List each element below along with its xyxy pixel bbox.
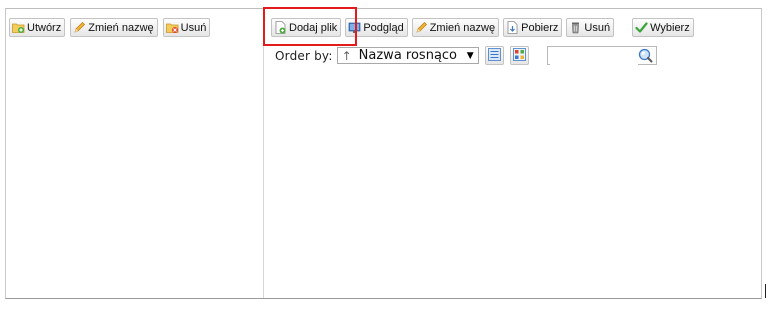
delete-folder-label: Usuń [180,21,207,34]
folder-tree-pane: Utwórz Zmień nazwę Usuń [6,9,264,298]
order-bar: Order by: ↑ Nazwa rosnąco ▼ [275,46,657,65]
delete-file-label: Usuń [584,21,611,34]
resize-edge-marker [765,284,766,298]
thumbnail-view-icon [512,47,526,64]
checkmark-icon [635,21,648,34]
order-by-label: Order by: [275,48,333,63]
folder-toolbar: Utwórz Zmień nazwę Usuń [9,18,211,37]
list-view-button[interactable] [484,46,504,65]
search-icon[interactable] [638,48,653,63]
search-box [546,46,657,65]
folder-delete-icon [165,21,179,34]
file-toolbar: Dodaj plik Podgląd Zmień nazwę Pobierz U… [271,18,694,37]
file-manager-window: Utwórz Zmień nazwę Usuń Dodaj plik Podgl… [5,8,762,299]
delete-file-button[interactable]: Usuń [566,18,615,37]
folder-add-icon [12,21,25,34]
add-file-label: Dodaj plik [289,21,338,34]
rename-file-label: Zmień nazwę [429,21,496,34]
add-file-button[interactable]: Dodaj plik [271,18,342,37]
thumbnail-view-button[interactable] [509,46,529,65]
delete-folder-button[interactable]: Usuń [162,18,211,37]
chevron-down-icon: ▼ [466,50,474,61]
sort-direction-icon: ↑ [341,48,352,63]
preview-label: Podgląd [363,21,404,34]
preview-button[interactable]: Podgląd [345,18,408,37]
file-add-icon [274,21,287,34]
pencil-icon [415,21,428,34]
download-button[interactable]: Pobierz [503,18,563,37]
sort-order-dropdown[interactable]: ↑ Nazwa rosnąco ▼ [336,47,479,64]
create-folder-button[interactable]: Utwórz [9,18,66,37]
list-view-icon [487,47,501,64]
preview-icon [348,21,361,34]
sort-order-value: Nazwa rosnąco [358,48,458,63]
rename-folder-button[interactable]: Zmień nazwę [70,18,158,37]
create-folder-label: Utwórz [27,21,62,34]
trash-icon [569,21,582,34]
download-icon [506,21,519,34]
file-list-pane: Dodaj plik Podgląd Zmień nazwę Pobierz U… [264,9,761,298]
select-label: Wybierz [650,21,690,34]
rename-file-button[interactable]: Zmień nazwę [411,18,500,37]
search-input[interactable] [549,48,638,65]
pencil-icon [73,21,86,34]
download-label: Pobierz [521,21,559,34]
select-button[interactable]: Wybierz [632,18,694,37]
rename-folder-label: Zmień nazwę [88,21,154,34]
